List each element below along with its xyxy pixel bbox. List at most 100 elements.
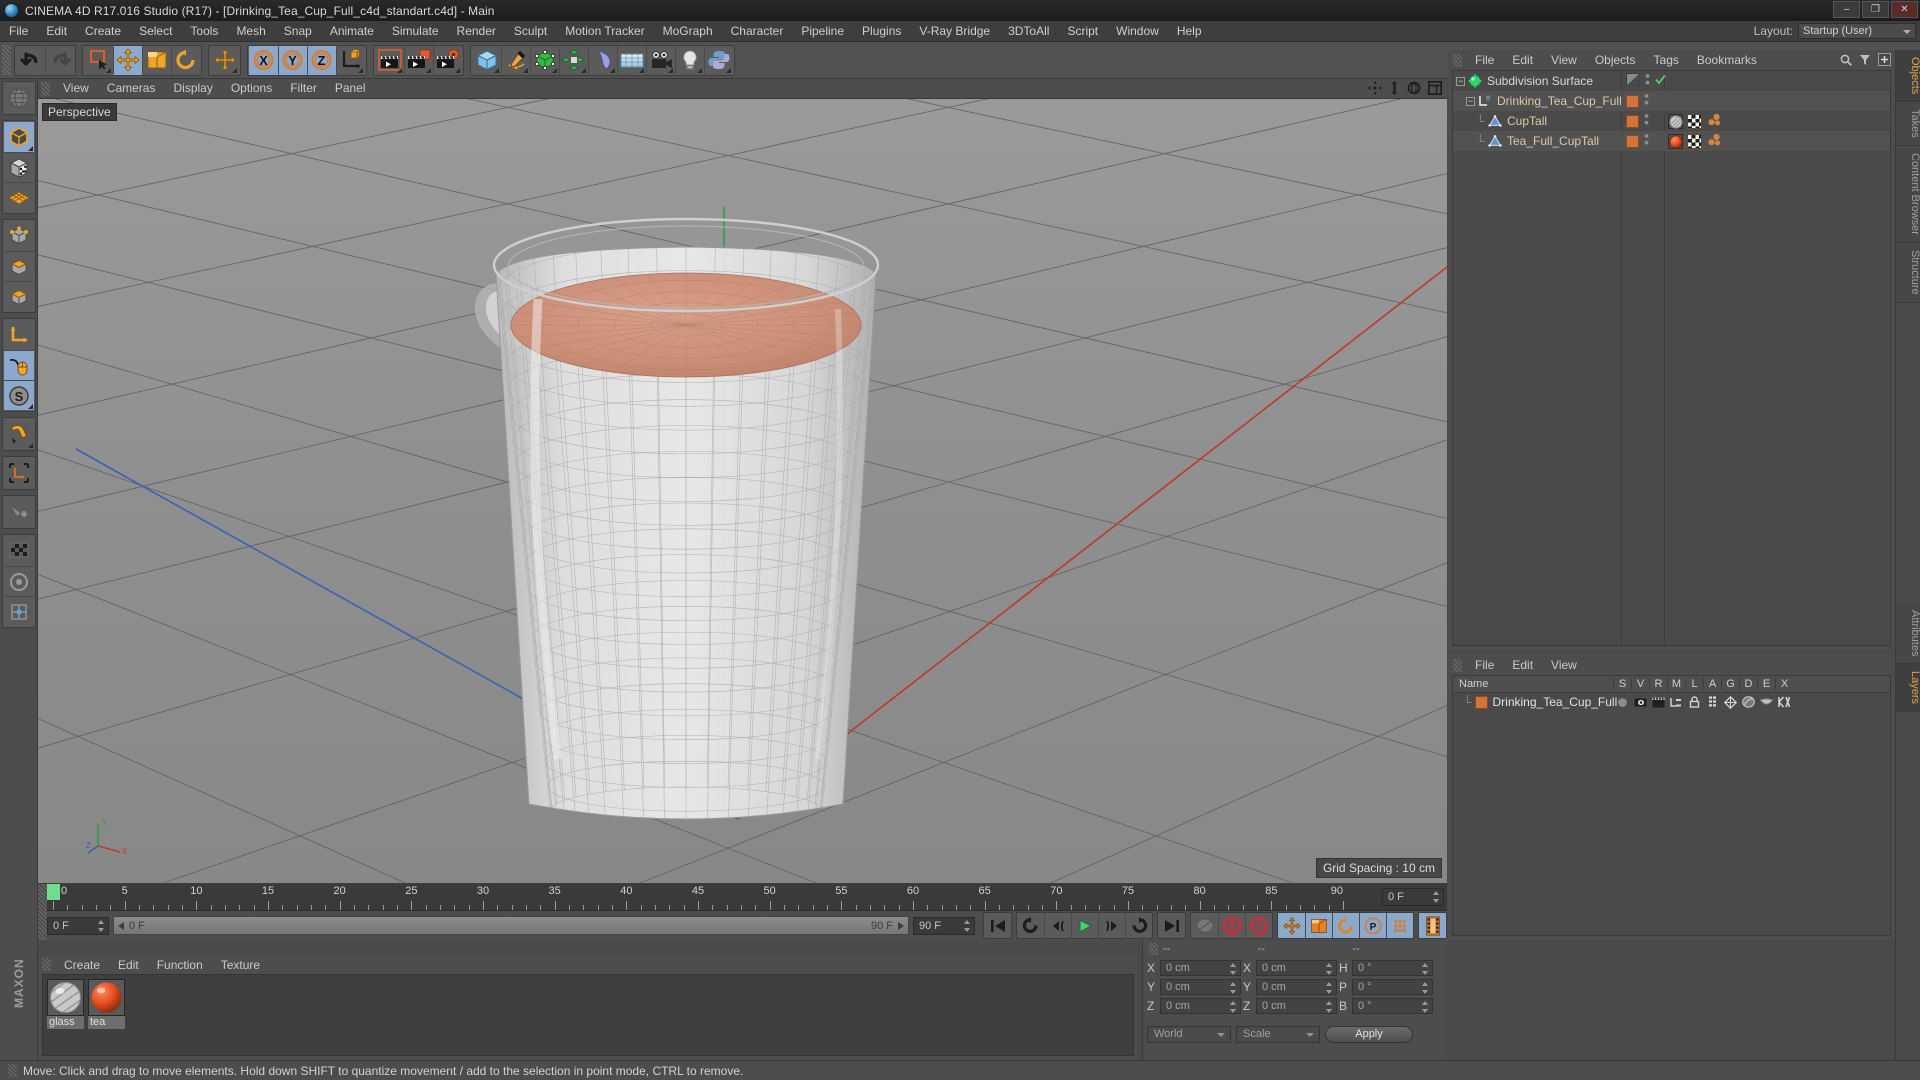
viewport-menu-options[interactable]: Options — [222, 79, 281, 98]
object-row[interactable]: − Subdivision Surface — [1453, 71, 1890, 91]
menu-3dtoall[interactable]: 3DToAll — [999, 21, 1058, 41]
timeline-scrub-bar[interactable]: 0 F 90 F — [113, 916, 909, 935]
redo-button[interactable] — [45, 45, 74, 75]
toolbar-grip[interactable] — [2, 45, 11, 75]
lock-icon[interactable] — [1685, 696, 1703, 708]
size-x-field[interactable]: 0 cm — [1256, 960, 1337, 976]
record-position-button[interactable] — [1278, 913, 1305, 938]
point-mode-button[interactable] — [3, 221, 34, 251]
play-backwards-button[interactable] — [1017, 913, 1044, 938]
funnel-icon[interactable] — [1859, 54, 1871, 69]
position-z-spinner[interactable] — [1230, 1001, 1237, 1013]
autokey-button[interactable] — [1191, 913, 1218, 938]
right-tab-layers[interactable]: Layers — [1896, 664, 1920, 713]
layer-column-d[interactable]: D — [1739, 678, 1757, 690]
rotation-p-field[interactable]: 0 ° — [1352, 979, 1433, 995]
size-z-field[interactable]: 0 cm — [1256, 998, 1337, 1014]
object-manager-grip[interactable] — [1453, 53, 1462, 67]
viewport-camera-label[interactable]: Perspective — [42, 103, 117, 121]
menu-render[interactable]: Render — [448, 21, 505, 41]
frame-spinner[interactable] — [98, 919, 105, 932]
render-view-button[interactable] — [375, 45, 404, 75]
rotate-tool-button[interactable] — [171, 45, 200, 75]
layer-column-s[interactable]: S — [1613, 678, 1631, 690]
texture-mode-button[interactable] — [3, 152, 34, 182]
material-manager-grip[interactable] — [42, 958, 51, 971]
render-settings-button[interactable] — [433, 45, 462, 75]
right-tab-attributes[interactable]: Attributes — [1896, 602, 1920, 665]
size-y-field[interactable]: 0 cm — [1256, 979, 1337, 995]
object-row[interactable]: − 0 Drinking_Tea_Cup_Full — [1453, 91, 1890, 111]
end-frame-spinner[interactable] — [964, 919, 971, 932]
glass-material-sphere[interactable] — [47, 979, 84, 1016]
render-region-button[interactable] — [404, 45, 433, 75]
edge-mode-button[interactable] — [3, 251, 34, 281]
menu-simulate[interactable]: Simulate — [383, 21, 448, 41]
quantize-button[interactable] — [3, 566, 34, 596]
material-item[interactable]: glass — [47, 979, 84, 1029]
layer-color-tag[interactable] — [1626, 134, 1639, 148]
add-light-button[interactable] — [675, 45, 704, 75]
menu-edit[interactable]: Edit — [37, 21, 76, 41]
menu-v-ray-bridge[interactable]: V-Ray Bridge — [910, 21, 999, 41]
rotation-b-spinner[interactable] — [1422, 1001, 1429, 1013]
enabled-checkmark-icon[interactable] — [1655, 74, 1666, 88]
right-tab-objects[interactable]: Objects — [1896, 50, 1920, 103]
layer-menu-view[interactable]: View — [1542, 656, 1586, 675]
material-menu-edit[interactable]: Edit — [109, 956, 148, 974]
move-tool-button[interactable] — [113, 45, 142, 75]
layer-column-l[interactable]: L — [1685, 678, 1703, 690]
polygon-mode-button[interactable] — [3, 281, 34, 311]
visibility-dots-icon[interactable] — [1644, 113, 1649, 129]
right-tab-content-browser[interactable]: Content Browser — [1896, 146, 1920, 243]
timeline-button[interactable] — [1419, 913, 1446, 938]
viewport-menu-panel[interactable]: Panel — [326, 79, 375, 98]
snap-magnet-button[interactable] — [3, 419, 34, 449]
layer-column-name[interactable]: Name — [1453, 678, 1613, 690]
menu-animate[interactable]: Animate — [321, 21, 383, 41]
layer-color-swatch[interactable] — [1474, 695, 1488, 709]
scale-mode-dropdown[interactable]: Scale — [1236, 1026, 1320, 1043]
add-generator-button[interactable] — [530, 45, 559, 75]
timeline-controls-grip[interactable] — [38, 911, 47, 940]
add-deformer-button[interactable] — [588, 45, 617, 75]
size-y-spinner[interactable] — [1326, 982, 1333, 994]
add-spline-button[interactable] — [501, 45, 530, 75]
layer-column-m[interactable]: M — [1667, 678, 1685, 690]
undo-button[interactable] — [16, 45, 45, 75]
workplane-button[interactable] — [3, 182, 34, 212]
animation-icon[interactable] — [1703, 696, 1721, 708]
play-button[interactable] — [1071, 913, 1098, 938]
solo-dot-icon[interactable] — [1613, 697, 1631, 708]
expand-toggle[interactable]: − — [1456, 76, 1465, 86]
minimize-button[interactable]: – — [1833, 1, 1860, 18]
visibility-dots-icon[interactable] — [1644, 133, 1649, 149]
current-frame-marker[interactable] — [47, 884, 60, 900]
viewport-menu-display[interactable]: Display — [164, 79, 221, 98]
record-parameter-button[interactable]: P — [1359, 913, 1386, 938]
layer-column-e[interactable]: E — [1757, 678, 1775, 690]
material-list[interactable]: glass tea — [42, 974, 1134, 1056]
end-frame-field[interactable]: 90 F — [913, 916, 975, 935]
viewport-rotate-icon[interactable] — [1407, 81, 1421, 98]
timeline-right-frame-field[interactable]: 0 F — [1382, 888, 1444, 906]
rotation-p-spinner[interactable] — [1422, 982, 1429, 994]
add-cube-button[interactable] — [472, 45, 501, 75]
material-menu-create[interactable]: Create — [55, 956, 109, 974]
viewport-maximize-icon[interactable] — [1428, 81, 1442, 98]
menu-mesh[interactable]: Mesh — [227, 21, 274, 41]
timeline-right-spinner[interactable] — [1433, 891, 1440, 903]
position-x-spinner[interactable] — [1230, 963, 1237, 975]
coordinate-system-dropdown[interactable]: World — [1147, 1026, 1231, 1043]
object-row[interactable]: └ Tea_Full_CupTall — [1453, 131, 1890, 151]
generator-icon[interactable] — [1721, 695, 1739, 709]
material-menu-texture[interactable]: Texture — [212, 956, 269, 974]
object-menu-file[interactable]: File — [1466, 51, 1503, 70]
close-button[interactable]: ✕ — [1891, 1, 1918, 18]
timeline-grip[interactable] — [38, 884, 47, 911]
manager-icon[interactable] — [1667, 697, 1685, 708]
object-tree[interactable]: − Subdivision Surface − 0 Drinking_Tea_Cup_F… — [1452, 70, 1891, 646]
deformer-icon[interactable] — [1739, 696, 1757, 708]
uv-tool-button[interactable] — [3, 596, 34, 626]
apply-button[interactable]: Apply — [1325, 1026, 1413, 1043]
